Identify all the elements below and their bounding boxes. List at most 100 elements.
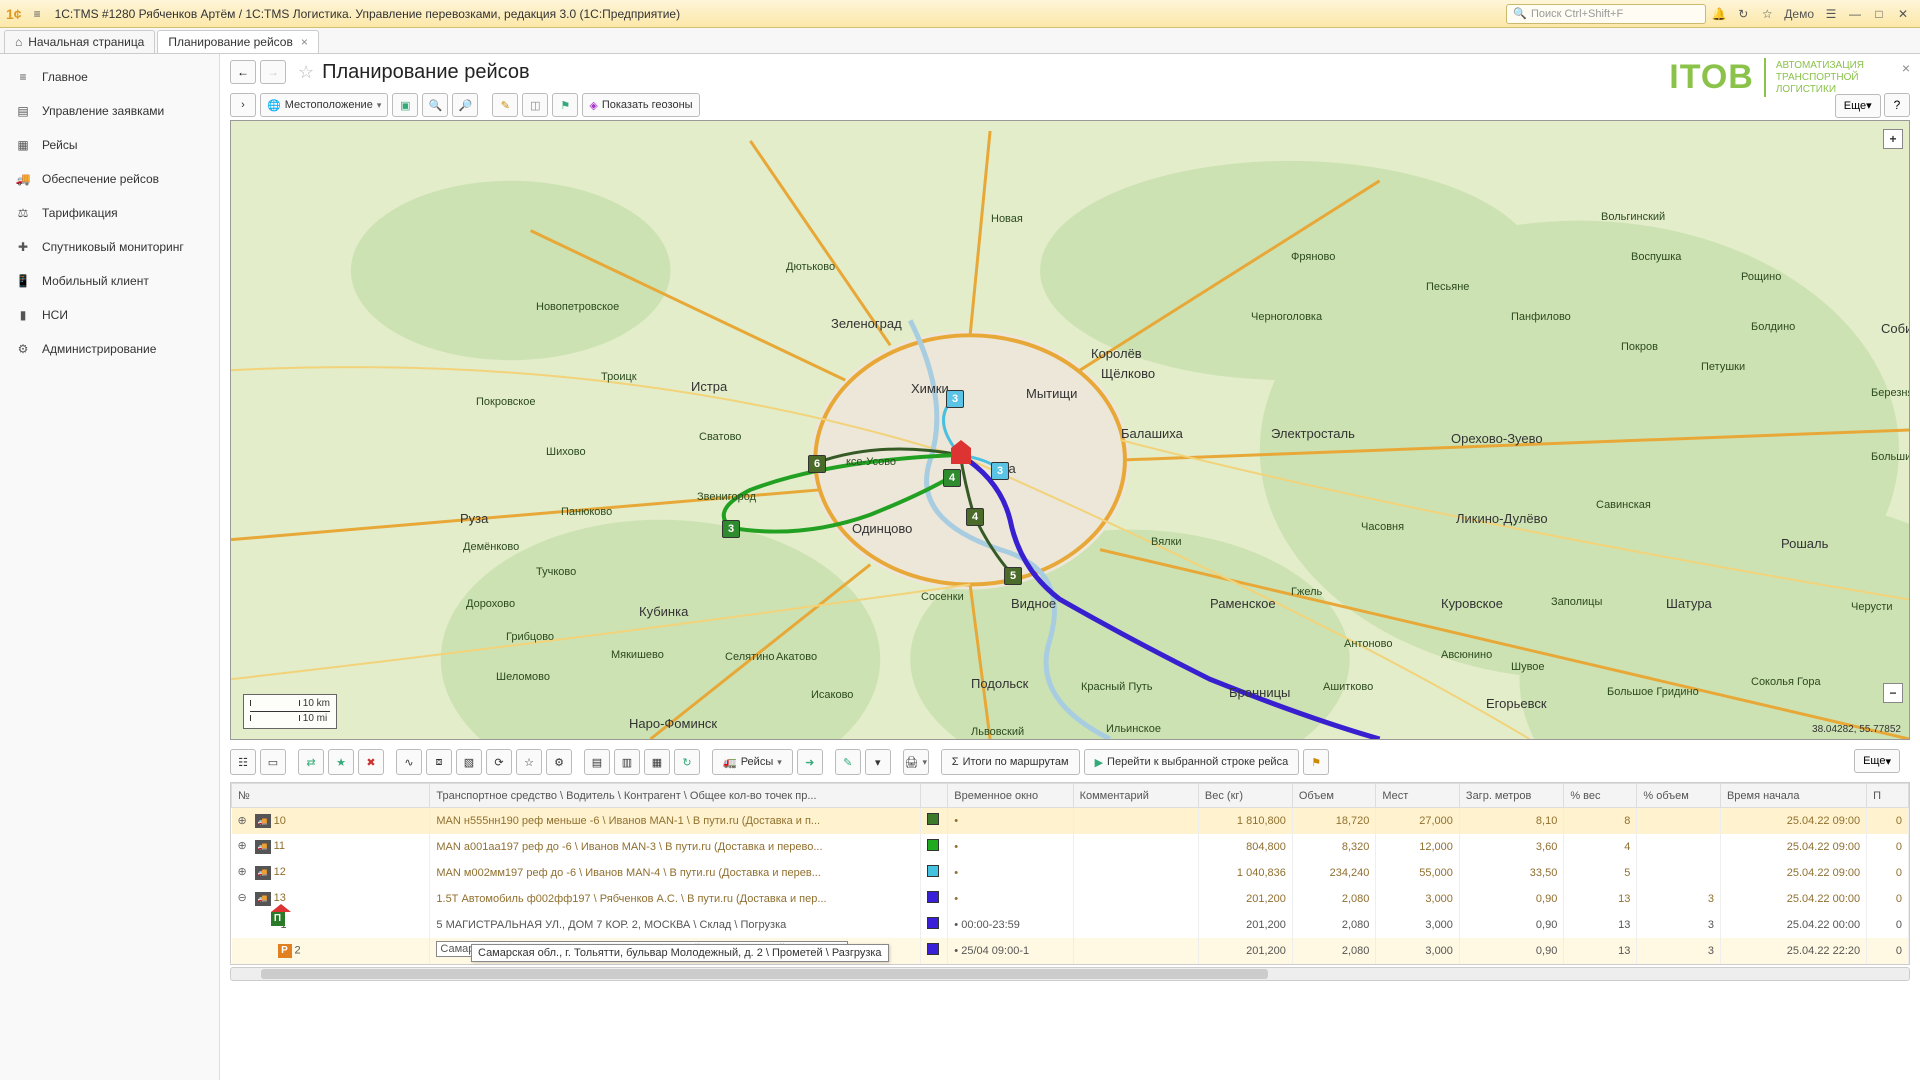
expand-icon[interactable]: ⊖ — [238, 891, 250, 904]
close-page-icon[interactable]: × — [1902, 60, 1910, 76]
map-marker[interactable]: 6 — [808, 455, 826, 473]
map[interactable]: + − 10 km 10 mi 38.04282, 55.77852 Новая… — [230, 120, 1910, 740]
close-tab-icon[interactable]: × — [301, 35, 308, 49]
col-header[interactable]: Загр. метров — [1459, 784, 1563, 808]
color-swatch — [927, 943, 939, 955]
sidebar-item-4[interactable]: ⚖Тарификация — [0, 196, 219, 230]
more-button[interactable]: Еще ▾ — [1835, 94, 1881, 118]
add-button[interactable]: ★ — [328, 749, 354, 775]
icon-3[interactable]: ▧ — [456, 749, 482, 775]
pencil-button[interactable]: ✎ — [492, 93, 518, 117]
nav-forward-button[interactable]: → — [260, 60, 286, 84]
history-icon[interactable]: ↻ — [1732, 4, 1754, 24]
bell-icon[interactable]: 🔔 — [1708, 4, 1730, 24]
col-header[interactable]: Объем — [1292, 784, 1376, 808]
icon-8[interactable]: ▥ — [614, 749, 640, 775]
star-icon[interactable]: ☆ — [1756, 4, 1778, 24]
icon-13[interactable]: ⚑ — [1303, 749, 1329, 775]
icon-2[interactable]: ⧈ — [426, 749, 452, 775]
col-header[interactable] — [921, 784, 948, 808]
sidebar-item-2[interactable]: ▦Рейсы — [0, 128, 219, 162]
map-zoom-out[interactable]: − — [1883, 683, 1903, 703]
map-marker[interactable]: 3 — [722, 520, 740, 538]
more-button-2[interactable]: Еще ▾ — [1854, 749, 1900, 773]
map-marker[interactable]: 4 — [966, 508, 984, 526]
sidebar-item-5[interactable]: ✚Спутниковый мониторинг — [0, 230, 219, 264]
col-header[interactable]: Временное окно — [948, 784, 1073, 808]
tab-planning[interactable]: Планирование рейсов × — [157, 30, 318, 53]
tab-home[interactable]: ⌂ Начальная страница — [4, 30, 155, 53]
icon-5[interactable]: ☆ — [516, 749, 542, 775]
sidebar-item-6[interactable]: 📱Мобильный клиент — [0, 264, 219, 298]
favorite-icon[interactable]: ☆ — [298, 62, 314, 83]
chevron-down-icon: ▾ — [1885, 755, 1891, 768]
cell-tooltip: Самарская обл., г. Тольятти, бульвар Мол… — [471, 944, 889, 962]
sidebar-item-7[interactable]: ▮НСИ — [0, 298, 219, 332]
location-dropdown[interactable]: 🌐 Местоположение ▾ — [260, 93, 388, 117]
col-header[interactable]: % объем — [1637, 784, 1721, 808]
nav-back-button[interactable]: ← — [230, 60, 256, 84]
icon-9[interactable]: ▦ — [644, 749, 670, 775]
icon-7[interactable]: ▤ — [584, 749, 610, 775]
app-title: 1C:TMS #1280 Рябченков Артём / 1С:TMS Ло… — [55, 7, 681, 21]
icon-10[interactable]: ➜ — [797, 749, 823, 775]
eraser-button[interactable]: ◫ — [522, 93, 548, 117]
refresh-button[interactable]: ↻ — [674, 749, 700, 775]
col-header[interactable]: % вес — [1564, 784, 1637, 808]
settings-icon[interactable]: ☰ — [1820, 4, 1842, 24]
routes-dropdown[interactable]: 🚛 Рейсы ▾ — [712, 749, 793, 775]
zoom-in-button[interactable]: 🔍 — [422, 93, 448, 117]
sidebar-item-0[interactable]: ≡Главное — [0, 60, 219, 94]
table-row[interactable]: ⊖ 🚚 131.5Т Автомобиль ф002фф197 \ Рябчен… — [232, 886, 1909, 912]
fit-button[interactable]: ▣ — [392, 93, 418, 117]
horizontal-scrollbar[interactable] — [230, 967, 1910, 981]
collapse-button[interactable]: ▭ — [260, 749, 286, 775]
icon-4[interactable]: ⟳ — [486, 749, 512, 775]
close-window-icon[interactable]: ✕ — [1892, 4, 1914, 24]
col-header[interactable]: Комментарий — [1073, 784, 1198, 808]
global-search[interactable]: 🔍 Поиск Ctrl+Shift+F — [1506, 4, 1706, 24]
minimize-icon[interactable]: — — [1844, 4, 1866, 24]
icon-12[interactable]: ▾ — [865, 749, 891, 775]
print-button[interactable]: 🖨▾ — [903, 749, 929, 775]
map-marker[interactable]: 5 — [1004, 567, 1022, 585]
map-zoom-in[interactable]: + — [1883, 129, 1903, 149]
map-marker[interactable]: 4 — [943, 469, 961, 487]
maximize-icon[interactable]: □ — [1868, 4, 1890, 24]
map-marker[interactable]: 3 — [991, 462, 1009, 480]
table-row[interactable]: ⊕ 🚚 10MAN н555нн190 реф меньше -6 \ Иван… — [232, 808, 1909, 834]
col-header[interactable]: № — [232, 784, 430, 808]
sidebar-item-1[interactable]: ▤Управление заявками — [0, 94, 219, 128]
help-button[interactable]: ? — [1884, 93, 1910, 117]
expand-button[interactable]: › — [230, 93, 256, 117]
expand-icon[interactable]: ⊕ — [238, 814, 250, 827]
map-marker[interactable]: 3 — [946, 390, 964, 408]
depot-icon[interactable] — [951, 448, 971, 464]
chevron-down-icon: ▾ — [1866, 99, 1872, 112]
col-header[interactable]: Вес (кг) — [1198, 784, 1292, 808]
link-button[interactable]: ⇄ — [298, 749, 324, 775]
goto-button[interactable]: ▶ Перейти к выбранной строке рейса — [1084, 749, 1300, 775]
table-row[interactable]: ⊕ 🚚 12MAN м002мм197 реф до -6 \ Иванов M… — [232, 860, 1909, 886]
demo-label[interactable]: Демо — [1780, 4, 1818, 24]
sidebar-item-8[interactable]: ⚙Администрирование — [0, 332, 219, 366]
geozones-button[interactable]: ◈ Показать геозоны — [582, 93, 699, 117]
menu-icon[interactable]: ≡ — [28, 5, 47, 23]
flag-button[interactable]: ⚑ — [552, 93, 578, 117]
zoom-out-button[interactable]: 🔎 — [452, 93, 478, 117]
itogi-button[interactable]: Σ Итоги по маршрутам — [941, 749, 1080, 775]
icon-11[interactable]: ✎ — [835, 749, 861, 775]
remove-button[interactable]: ✖ — [358, 749, 384, 775]
col-header[interactable]: П — [1867, 784, 1909, 808]
sidebar-item-3[interactable]: 🚚Обеспечение рейсов — [0, 162, 219, 196]
col-header[interactable]: Транспортное средство \ Водитель \ Контр… — [430, 784, 921, 808]
icon-6[interactable]: ⚙ — [546, 749, 572, 775]
col-header[interactable]: Мест — [1376, 784, 1460, 808]
expand-icon[interactable]: ⊕ — [238, 865, 250, 878]
icon-1[interactable]: ∿ — [396, 749, 422, 775]
col-header[interactable]: Время начала — [1720, 784, 1866, 808]
tree-button[interactable]: ☷ — [230, 749, 256, 775]
table-row[interactable]: ⊕ 🚚 11MAN а001аа197 реф до -6 \ Иванов M… — [232, 834, 1909, 860]
expand-icon[interactable]: ⊕ — [238, 839, 250, 852]
table-row[interactable]: П 15 МАГИСТРАЛЬНАЯ УЛ., ДОМ 7 КОР. 2, МО… — [232, 912, 1909, 938]
